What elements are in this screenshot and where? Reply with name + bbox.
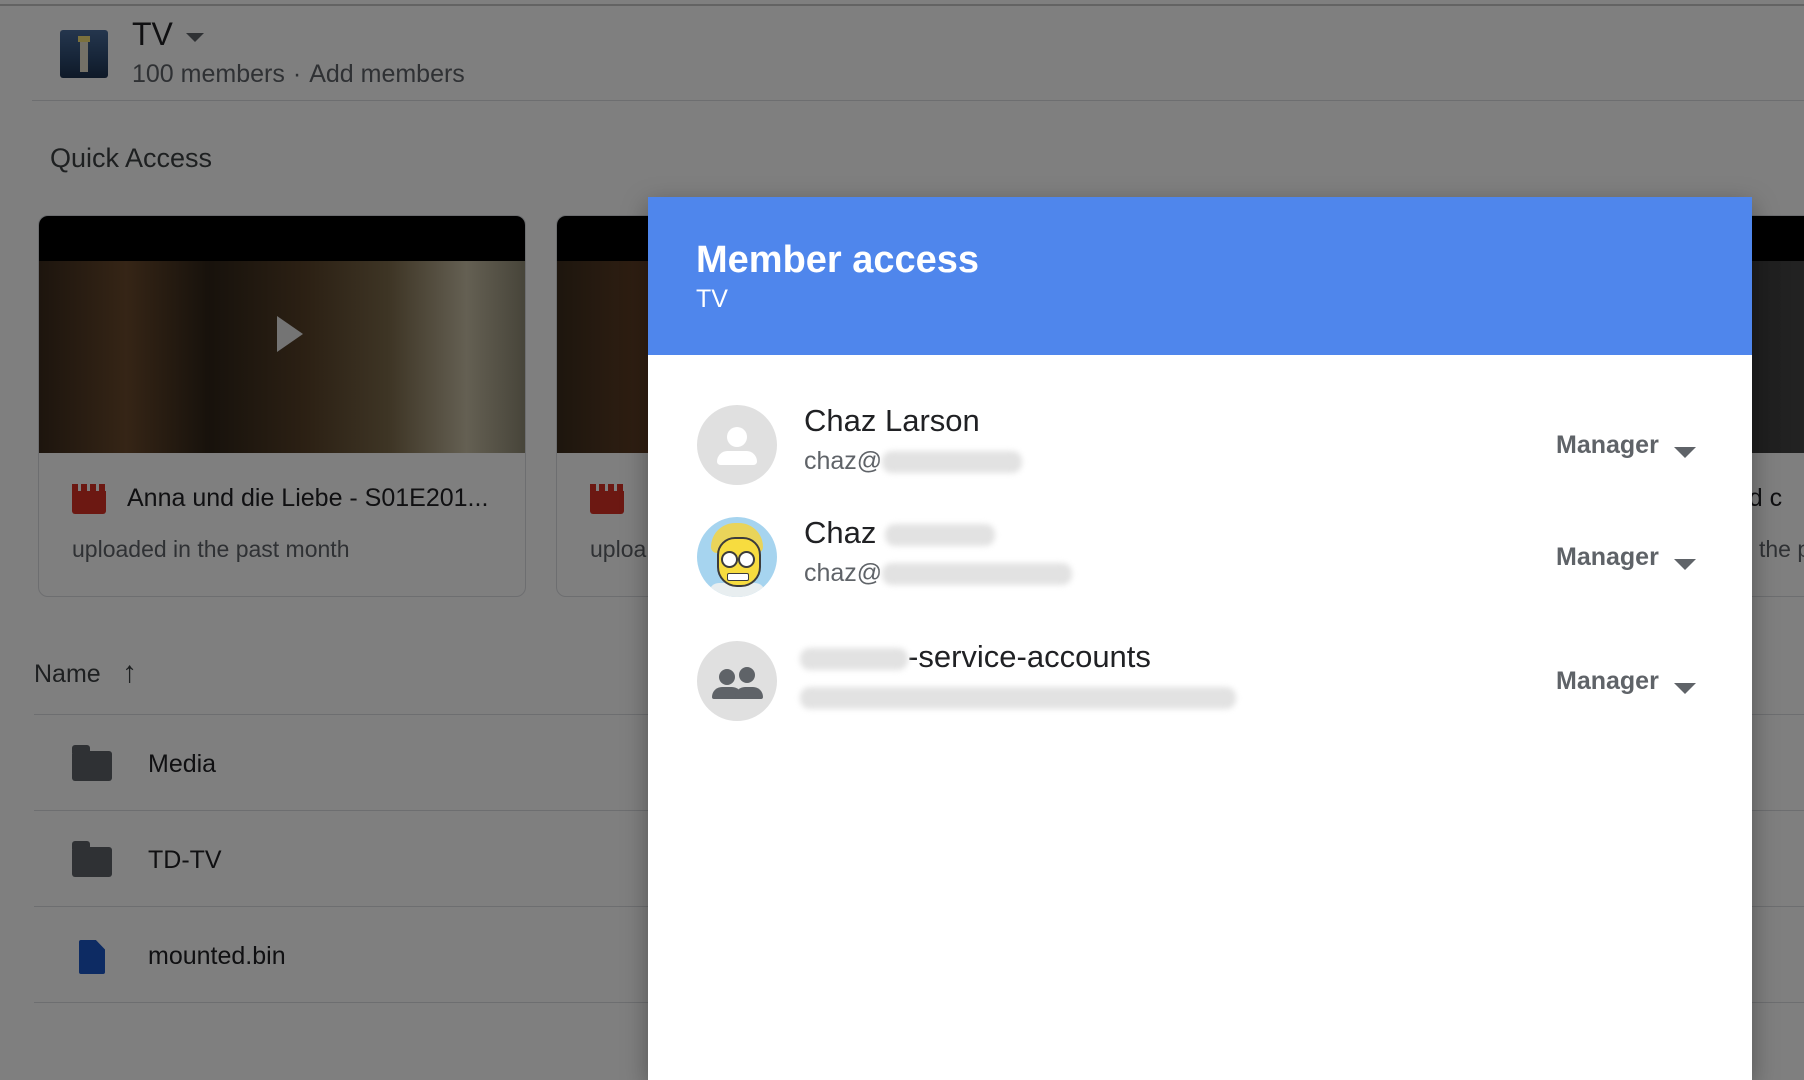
email-prefix: chaz@ (804, 447, 883, 475)
member-access-dialog: Member access TV Chaz Larson chaz@ Manag… (648, 197, 1752, 1080)
member-first-name: Chaz (804, 515, 877, 550)
avatar-body (717, 451, 757, 465)
role-dropdown[interactable]: Manager (1556, 667, 1659, 696)
person-icon (697, 405, 777, 485)
redacted-last-name (885, 523, 995, 546)
member-row: -service-accounts Manager (648, 639, 1752, 741)
dialog-header: Member access TV (648, 197, 1752, 355)
chevron-down-icon[interactable] (1674, 447, 1696, 458)
member-name: -service-accounts (800, 639, 1151, 675)
member-row: Chaz chaz@ Manager (648, 515, 1752, 617)
avatar-head (727, 427, 747, 447)
member-name: Chaz Larson (804, 403, 980, 438)
redacted-email (882, 451, 1023, 474)
dialog-subtitle: TV (696, 285, 728, 313)
member-email (800, 683, 1236, 712)
group-name-suffix: -service-accounts (908, 639, 1151, 674)
group-head (719, 669, 735, 685)
member-email: chaz@ (804, 559, 1073, 588)
chevron-down-icon[interactable] (1674, 683, 1696, 694)
avatar-mouth (727, 573, 749, 581)
role-dropdown[interactable]: Manager (1556, 543, 1659, 572)
role-dropdown[interactable]: Manager (1556, 431, 1659, 460)
chevron-down-icon[interactable] (1674, 559, 1696, 570)
avatar-eye (738, 551, 755, 568)
email-prefix: chaz@ (804, 559, 883, 587)
group-head (739, 667, 755, 683)
member-row: Chaz Larson chaz@ Manager (648, 403, 1752, 505)
member-email: chaz@ (804, 447, 1023, 476)
avatar-eye (721, 551, 738, 568)
group-icon (697, 641, 777, 721)
member-name: Chaz (804, 515, 995, 551)
dialog-title: Member access (696, 239, 980, 281)
redacted-email (882, 563, 1073, 586)
redacted-group-prefix (800, 647, 908, 670)
redacted-email (800, 687, 1236, 710)
group-body (735, 687, 763, 699)
cartoon-avatar (697, 517, 777, 597)
